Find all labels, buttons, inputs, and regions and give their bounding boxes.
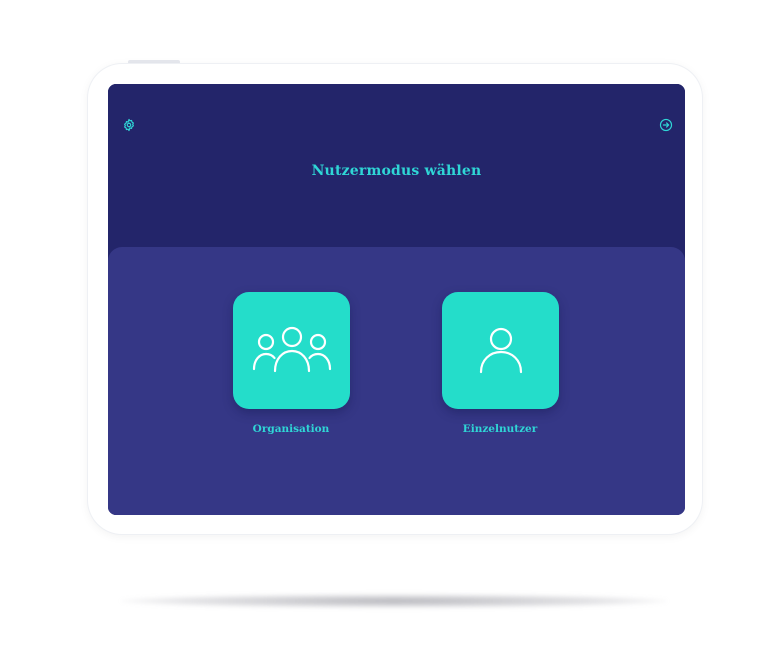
single-user-label[interactable]: Einzelnutzer: [420, 423, 580, 435]
page-title: Nutzermodus wählen: [311, 163, 482, 179]
gear-icon: [124, 118, 134, 132]
settings-button[interactable]: [121, 117, 137, 133]
organisation-label[interactable]: Organisation: [211, 423, 371, 435]
mode-selection-panel: Organisation Einzelnutzer: [108, 247, 685, 515]
user-icon: [479, 327, 522, 373]
app-screen: Nutzermodus wählen Organisation Einzelnu…: [108, 84, 685, 515]
logout-icon: [659, 118, 673, 132]
header: Nutzermodus wählen: [108, 84, 685, 254]
single-user-mode-button[interactable]: [442, 292, 559, 409]
group-icon: [252, 326, 331, 372]
device-shadow: [120, 594, 668, 608]
logout-button[interactable]: [658, 117, 674, 133]
stage: Nutzermodus wählen Organisation Einzelnu…: [0, 0, 778, 657]
organisation-mode-button[interactable]: [233, 292, 350, 409]
